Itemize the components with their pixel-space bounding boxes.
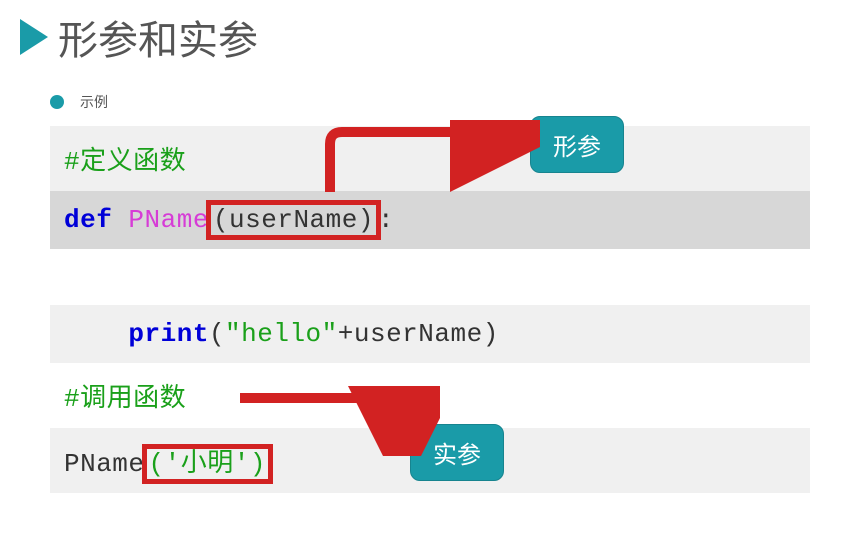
actual-arg-badge: 实参 bbox=[410, 424, 504, 481]
example-label: 示例 bbox=[80, 92, 108, 112]
print-rest: +userName) bbox=[338, 319, 499, 349]
formal-param-badge: 形参 bbox=[530, 116, 624, 173]
actual-arg-box: ('小明') bbox=[145, 447, 270, 481]
code-block: #定义函数 def PName(userName): print("hello"… bbox=[50, 126, 810, 493]
func-name: PName bbox=[128, 205, 209, 235]
page-title: 形参和实参 bbox=[58, 8, 258, 66]
code-line-print: print("hello"+userName) bbox=[50, 305, 810, 363]
comment-call: #调用函数 bbox=[64, 384, 186, 414]
colon: : bbox=[378, 205, 394, 235]
def-keyword: def bbox=[64, 205, 112, 235]
code-line-def: def PName(userName): bbox=[50, 191, 810, 249]
print-keyword: print bbox=[128, 319, 209, 349]
code-line-comment-def: #定义函数 bbox=[50, 126, 810, 191]
print-open: ( bbox=[209, 319, 225, 349]
play-triangle-icon bbox=[20, 19, 48, 55]
formal-param-box: (userName) bbox=[209, 203, 378, 237]
call-name: PName bbox=[64, 449, 145, 479]
print-string: "hello" bbox=[225, 319, 338, 349]
comment-text: #定义函数 bbox=[64, 147, 186, 177]
code-line-blank bbox=[50, 249, 810, 305]
code-line-comment-call: #调用函数 bbox=[50, 363, 810, 428]
bullet-icon bbox=[50, 95, 64, 109]
example-row: 示例 bbox=[0, 66, 843, 126]
title-row: 形参和实参 bbox=[0, 0, 843, 66]
